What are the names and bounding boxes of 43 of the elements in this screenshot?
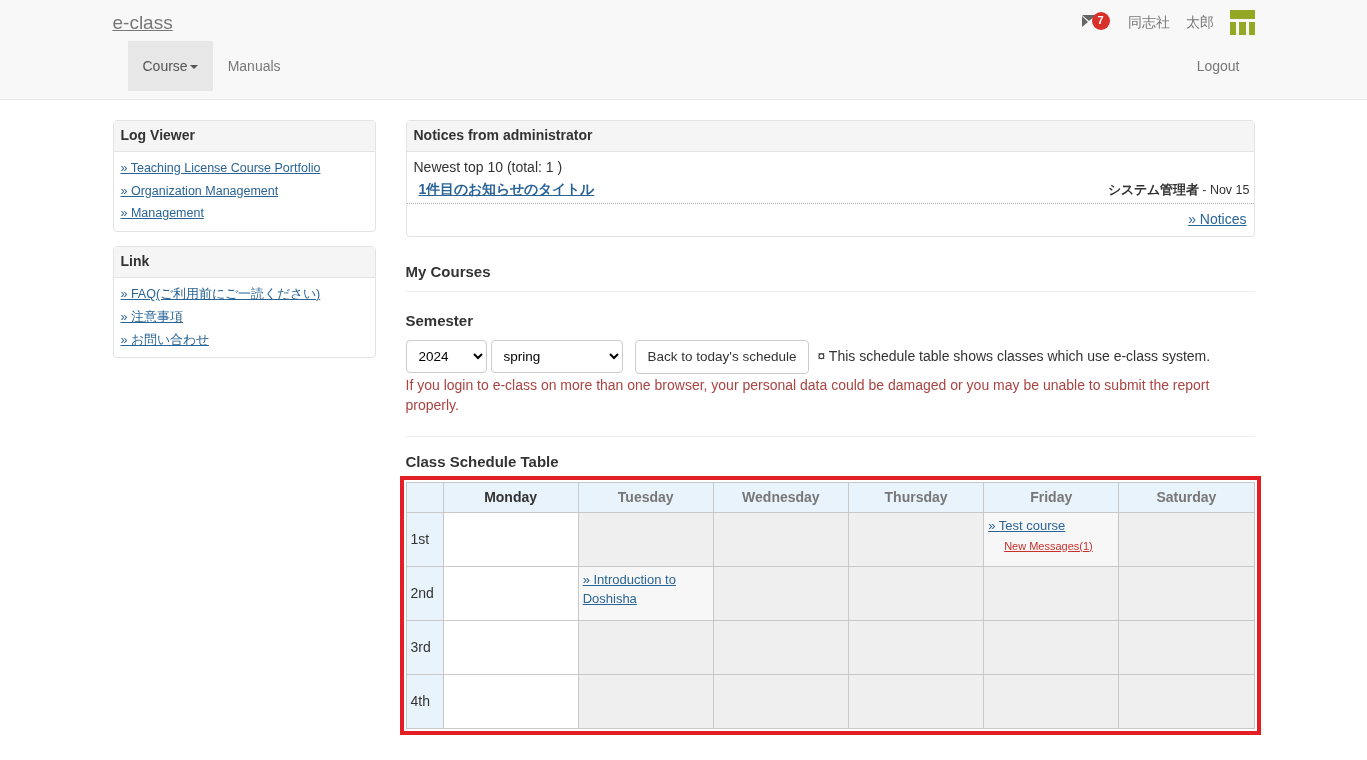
sidebar-link[interactable]: » FAQ(ご利用前にご一読ください) bbox=[120, 286, 368, 304]
day-header: Friday bbox=[983, 482, 1119, 513]
sidebar-link[interactable]: » 注意事項 bbox=[120, 308, 368, 327]
envelope-icon bbox=[1081, 15, 1096, 28]
sidebar-link[interactable]: » Organization Management bbox=[120, 182, 368, 201]
notice-link[interactable]: 1件目のお知らせのタイトル bbox=[418, 179, 595, 200]
day-header: Saturday bbox=[1118, 482, 1254, 513]
user-name: 太郎 bbox=[1185, 12, 1214, 32]
nav-tab[interactable]: Course bbox=[127, 40, 213, 91]
panel-title: Notices from administrator bbox=[406, 121, 1254, 152]
panel-title: Link bbox=[113, 247, 375, 278]
day-header: Thursday bbox=[848, 482, 984, 513]
site-logo-link[interactable]: e-class bbox=[112, 10, 173, 37]
user-organization: 同志社 bbox=[1127, 12, 1170, 32]
nav-tab[interactable]: Manuals bbox=[212, 40, 296, 91]
period-label: 4th bbox=[406, 674, 443, 729]
field-label: Semester bbox=[405, 310, 475, 331]
note-text: ¤ This schedule table shows classes which use e-class system. bbox=[817, 347, 1211, 367]
panel-title: Log Viewer bbox=[113, 121, 375, 152]
term-select[interactable]: spring bbox=[490, 340, 623, 374]
sidebar-link[interactable]: » Management bbox=[120, 205, 368, 224]
notice-summary: Newest top 10 (total: 1 ) bbox=[412, 157, 564, 177]
year-select[interactable]: 2024 bbox=[405, 340, 487, 374]
period-label: 1st bbox=[406, 512, 443, 567]
warning-text: If you login to e-class on more than one browser, your personal data could be damaged or you may be unable to submit the report properly. bbox=[405, 376, 1211, 415]
message-count-badge: 7 bbox=[1091, 12, 1110, 31]
period-label: 2nd bbox=[406, 566, 443, 621]
notices-link[interactable]: » Notices bbox=[1188, 210, 1247, 227]
day-header: Tuesday bbox=[578, 482, 714, 513]
sidebar-link[interactable]: » Teaching License Course Portfolio bbox=[120, 159, 368, 178]
user-logo-icon bbox=[1229, 10, 1255, 35]
course-link[interactable]: » Test course bbox=[988, 517, 1115, 536]
messages-button[interactable]: 7 bbox=[1081, 9, 1112, 36]
section-title: My Courses bbox=[405, 260, 1255, 292]
day-header: Wednesday bbox=[713, 482, 849, 513]
back-to-today-button[interactable]: Back to today's schedule bbox=[634, 340, 810, 375]
sidebar-link[interactable]: » お問い合わせ bbox=[120, 331, 368, 350]
notice-meta: システム管理者 - Nov 15 bbox=[1107, 181, 1250, 199]
new-messages-link[interactable]: New Messages(1) bbox=[1004, 539, 1093, 552]
period-label: 3rd bbox=[406, 620, 443, 675]
day-header: Monday bbox=[443, 482, 579, 513]
logout-link[interactable]: Logout bbox=[1181, 40, 1255, 91]
section-title: Class Schedule Table bbox=[405, 451, 560, 472]
